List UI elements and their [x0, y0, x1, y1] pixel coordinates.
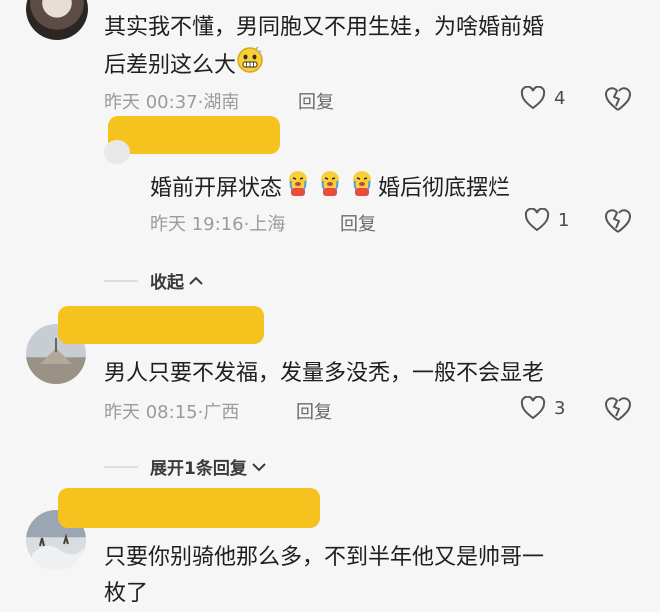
expand-replies-button[interactable]: 展开1条回复: [150, 454, 267, 479]
reply-button[interactable]: 回复: [296, 398, 332, 424]
redacted-username: [58, 306, 264, 344]
reply-button[interactable]: 回复: [340, 210, 376, 236]
redacted-username: [108, 116, 280, 154]
comment-text: 男人只要不发福，发量多没秃，一般不会显老: [104, 361, 545, 386]
like-button[interactable]: 4: [520, 86, 565, 110]
comment-text: 其实我不懂，男同胞又不用生娃，为啥婚前婚 后差别这么大: [104, 10, 544, 86]
heart-outline-icon: [520, 396, 546, 420]
avatar[interactable]: [26, 0, 88, 40]
heart-outline-icon: [524, 208, 550, 232]
dislike-button[interactable]: [604, 396, 632, 426]
broken-heart-icon: [605, 209, 631, 233]
collapse-replies-button[interactable]: 收起: [150, 268, 204, 293]
grimace-emoji-icon: [236, 46, 264, 86]
like-count: 3: [554, 397, 566, 419]
divider: [104, 466, 138, 468]
redacted-username: [58, 488, 320, 528]
heart-outline-icon: [520, 86, 546, 110]
comment-text: 只要你别骑他那么多，不到半年他又是帅哥一 枚了: [104, 545, 545, 606]
reply-comment-meta: 昨天 19:16·上海: [150, 214, 286, 235]
broken-heart-icon: [605, 397, 631, 421]
chevron-up-icon: [189, 276, 203, 285]
broken-heart-icon: [605, 87, 631, 111]
reply-avatar[interactable]: [104, 140, 130, 164]
like-count: 1: [558, 209, 570, 231]
chevron-down-icon: [252, 462, 266, 471]
comment-meta: 昨天 00:37·湖南: [104, 92, 240, 113]
like-button[interactable]: 3: [520, 396, 565, 420]
crying-emoji-icon: [282, 168, 378, 210]
dislike-button[interactable]: [604, 208, 632, 238]
reply-button[interactable]: 回复: [298, 88, 334, 114]
like-button[interactable]: 1: [524, 208, 569, 232]
dislike-button[interactable]: [604, 86, 632, 116]
divider: [104, 280, 138, 282]
comment-meta: 昨天 08:15·广西: [104, 402, 240, 423]
like-count: 4: [554, 87, 566, 109]
reply-comment-text: 婚前开屏状态 婚后彻底摆烂: [150, 168, 510, 210]
